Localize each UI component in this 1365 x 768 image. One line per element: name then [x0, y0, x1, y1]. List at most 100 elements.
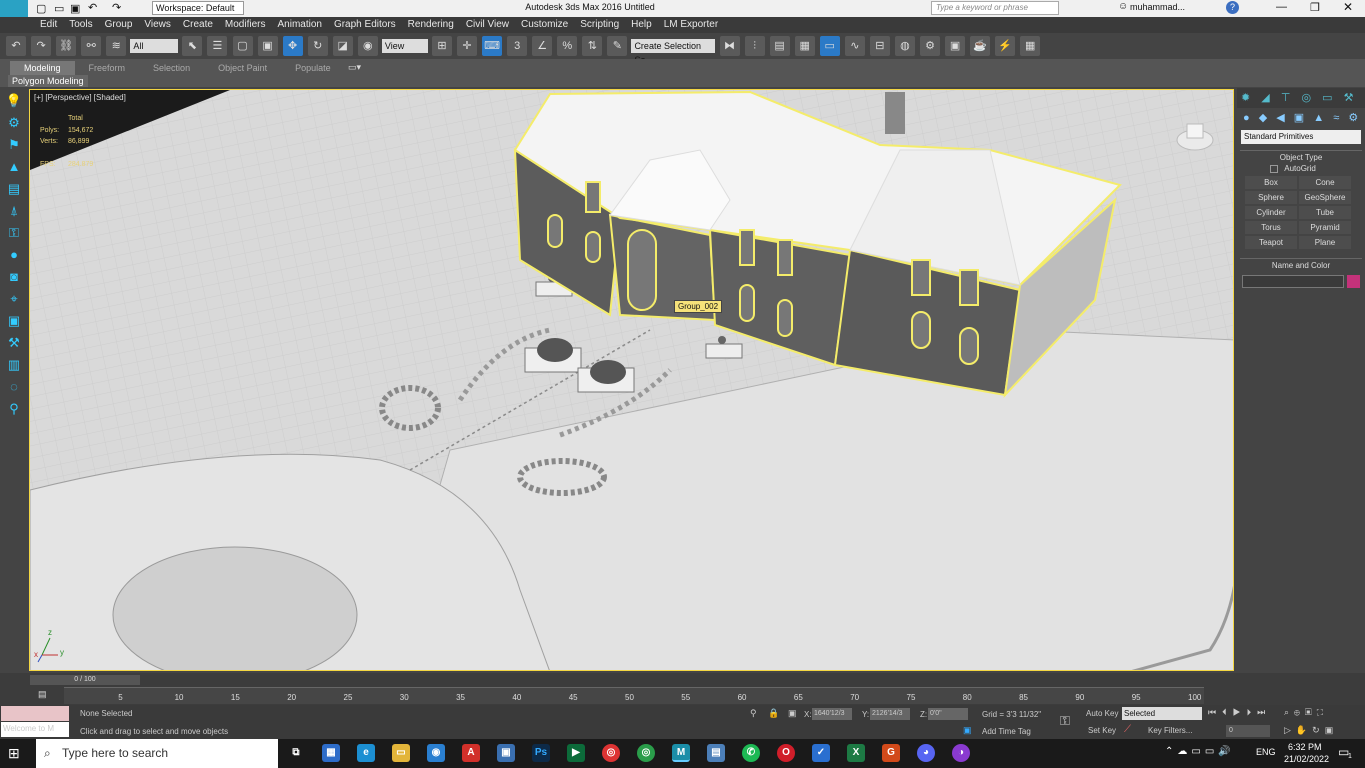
help-icon[interactable]: ? — [1226, 1, 1239, 14]
clock-time[interactable]: 6:32 PM — [1288, 742, 1322, 752]
cameras-icon[interactable]: ▣ — [1294, 112, 1304, 124]
ribbon-toggle-icon[interactable]: ▭ — [819, 36, 840, 56]
lock-icon[interactable]: ⚿ — [3, 224, 25, 242]
object-color-swatch[interactable] — [1347, 275, 1360, 288]
sphere-button[interactable]: Sphere — [1245, 191, 1297, 204]
menu-modifiers[interactable]: Modifiers — [219, 17, 272, 33]
box-button[interactable]: Box — [1245, 176, 1297, 189]
camera-icon[interactable]: ◙ — [3, 268, 25, 286]
previous-frame-icon[interactable]: ⏴ — [1222, 707, 1233, 717]
system-tray-icons[interactable]: ⌃☁▭▭🔊 — [1165, 746, 1235, 757]
time-slider[interactable]: 0 / 100 — [30, 675, 140, 685]
menu-help[interactable]: Help — [625, 17, 658, 33]
save-icon[interactable]: ▣ — [70, 2, 80, 15]
schematic-view-icon[interactable]: ⊟ — [869, 36, 890, 56]
selection-filter-dropdown[interactable]: All — [130, 39, 179, 53]
zoom-all-icon[interactable]: ⊕ — [1294, 707, 1305, 717]
plane-button[interactable]: Plane — [1299, 236, 1351, 249]
zoom-extents-icon[interactable]: ▣ — [1305, 707, 1317, 717]
light-icon[interactable]: 💡 — [3, 92, 25, 110]
calculator-icon[interactable]: ▦ — [322, 744, 340, 762]
selection-lock-icon[interactable]: 🔒 — [768, 708, 779, 719]
fov-icon[interactable]: ▷ — [1284, 725, 1296, 735]
windows-start-icon[interactable]: ⊞ — [8, 745, 20, 762]
file-explorer-icon[interactable]: ▭ — [392, 744, 410, 762]
menu-edit[interactable]: Edit — [34, 17, 63, 33]
reference-coordinate-dropdown[interactable]: View — [381, 39, 428, 53]
shapes-icon[interactable]: ◆ — [1259, 112, 1267, 124]
maximize-viewport-icon[interactable]: ▣ — [1325, 725, 1339, 735]
render-setup-icon[interactable]: ⚙ — [920, 36, 940, 56]
key-icon[interactable]: ⚿ — [1060, 713, 1070, 729]
x-coordinate-field[interactable]: 1640'12/3 — [812, 708, 852, 720]
teapot-button[interactable]: Teapot — [1245, 236, 1297, 249]
curve-editor-icon[interactable]: ∿ — [844, 36, 865, 56]
new-file-icon[interactable]: ▢ — [36, 2, 46, 15]
object-type-header[interactable]: Object Type — [1240, 151, 1362, 164]
task-view-icon[interactable]: ⧉ — [287, 744, 305, 762]
select-move-icon[interactable]: ✥ — [282, 36, 303, 56]
go-to-start-icon[interactable]: ⏮ — [1208, 707, 1222, 717]
menu-rendering[interactable]: Rendering — [402, 17, 460, 33]
menu-scripting[interactable]: Scripting — [574, 17, 625, 33]
z-coordinate-field[interactable]: 0'0" — [928, 708, 968, 720]
name-color-header[interactable]: Name and Color — [1240, 259, 1362, 272]
percent-snap-icon[interactable]: % — [557, 36, 578, 56]
autogrid-checkbox[interactable] — [1270, 164, 1278, 173]
menu-customize[interactable]: Customize — [515, 17, 574, 33]
menu-animation[interactable]: Animation — [271, 17, 327, 33]
gear-icon[interactable]: ⚙ — [3, 114, 25, 132]
select-object-icon[interactable]: ⬉ — [182, 36, 203, 56]
rectangle-selection-icon[interactable]: ▢ — [232, 36, 253, 56]
tube-button[interactable]: Tube — [1299, 206, 1351, 219]
snaps-toggle-icon[interactable]: 3 — [507, 36, 528, 56]
curve-editor-mini-icon[interactable]: ▤ — [38, 689, 47, 700]
window-crossing-icon[interactable]: ▣ — [257, 36, 278, 56]
undo-icon[interactable]: ↶ — [88, 1, 97, 14]
render-production-icon[interactable]: ☕ — [970, 36, 991, 56]
geosphere-button[interactable]: GeoSphere — [1299, 191, 1351, 204]
perspective-viewport[interactable]: [+] [Perspective] [Shaded] Total Polys: … — [29, 89, 1234, 671]
ribbon-sub-label[interactable]: Polygon Modeling — [8, 75, 88, 87]
crosshair-icon[interactable]: ⌖ — [3, 290, 25, 308]
todo-icon[interactable]: ✓ — [812, 744, 830, 762]
user-icon[interactable]: ☺ — [1118, 1, 1128, 12]
shape-icon[interactable]: ▲ — [3, 158, 25, 176]
y-coordinate-field[interactable]: 2126'14/3 — [870, 708, 910, 720]
chrome-icon-2[interactable]: ◎ — [637, 744, 655, 762]
redo-button[interactable]: ↷ — [31, 36, 52, 56]
cone-button[interactable]: Cone — [1299, 176, 1351, 189]
app-icon-4[interactable]: ▤ — [707, 744, 725, 762]
place-icon[interactable]: ◉ — [357, 36, 378, 56]
zoom-icon[interactable]: ⌕ — [1284, 707, 1294, 717]
close-icon[interactable]: ✕ — [1343, 0, 1353, 14]
time-tag-icon[interactable]: ▣ — [963, 725, 972, 736]
excel-icon[interactable]: X — [847, 744, 865, 762]
named-selection-set-dropdown[interactable]: Create Selection Se — [631, 39, 716, 65]
ribbon-tab-selection[interactable]: Selection — [139, 61, 204, 75]
app-icon-3[interactable]: ▶ — [567, 744, 585, 762]
undo-button[interactable]: ↶ — [6, 36, 26, 56]
orbit-nav-icon[interactable]: ↻ — [1312, 725, 1325, 735]
maxscript-output[interactable]: Welcome to M — [1, 722, 69, 737]
spinner-snap-icon[interactable]: ⇅ — [582, 36, 603, 56]
discord-icon[interactable]: ◕ — [917, 744, 935, 762]
category-dropdown[interactable]: Standard Primitives — [1241, 130, 1361, 144]
redo-icon[interactable]: ↷ — [112, 1, 121, 14]
helpers-icon[interactable]: ▲ — [1313, 112, 1324, 124]
create-tab-icon[interactable]: ✹ — [1241, 92, 1250, 104]
app-icon-2[interactable]: ▣ — [497, 744, 515, 762]
bulb-icon[interactable]: ⚲ — [3, 400, 25, 418]
auto-key-button[interactable]: Auto Key — [1086, 709, 1118, 718]
menu-civil-view[interactable]: Civil View — [460, 17, 515, 33]
geometry-icon[interactable]: ● — [1243, 112, 1250, 124]
material-editor-icon[interactable]: ◍ — [894, 36, 915, 56]
menu-graph-editors[interactable]: Graph Editors — [328, 17, 402, 33]
unlink-icon[interactable]: ⚯ — [81, 36, 102, 56]
layers-icon[interactable]: ▥ — [3, 356, 25, 374]
ribbon-tab-modeling[interactable]: Modeling — [10, 61, 75, 75]
cylinder-button[interactable]: Cylinder — [1245, 206, 1297, 219]
manipulate-icon[interactable]: ✛ — [457, 36, 477, 56]
align-icon[interactable]: ⫶ — [744, 36, 765, 56]
mirror-icon[interactable]: ⧓ — [719, 36, 740, 56]
